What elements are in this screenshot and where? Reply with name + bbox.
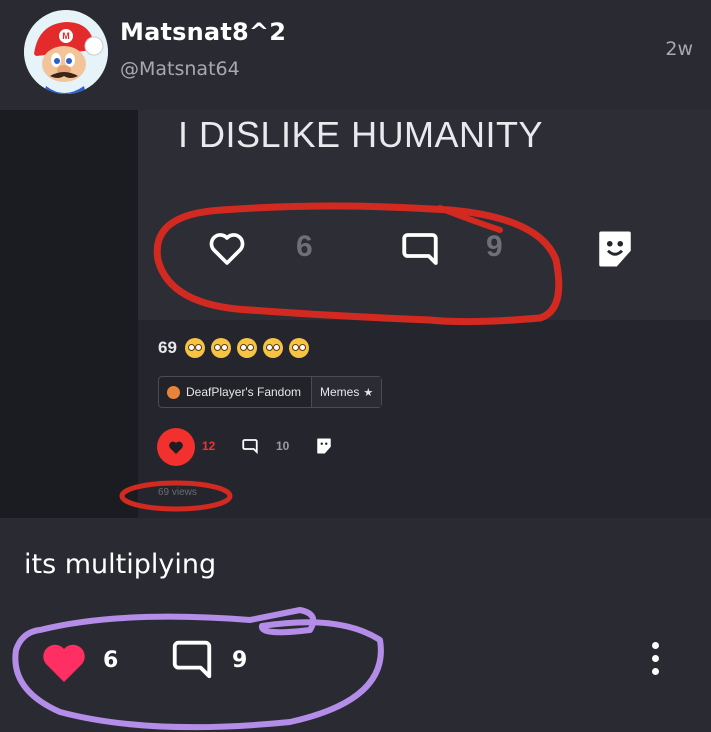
author-display-name[interactable]: Matsnat8^2: [120, 18, 286, 46]
author-handle[interactable]: @Matsnat64: [120, 58, 240, 80]
post-timestamp: 2w: [665, 38, 693, 60]
svg-text:M: M: [62, 31, 70, 41]
avatar[interactable]: M: [24, 10, 108, 94]
avatar-mario: M: [24, 10, 108, 94]
red-annotation: [119, 202, 563, 512]
purple-annotation: [12, 607, 384, 731]
post-caption: its multiplying: [24, 549, 217, 580]
embedded-screenshot[interactable]: I DISLIKE HUMANITY 6 9 69 DeafPlayer's F…: [0, 110, 711, 518]
